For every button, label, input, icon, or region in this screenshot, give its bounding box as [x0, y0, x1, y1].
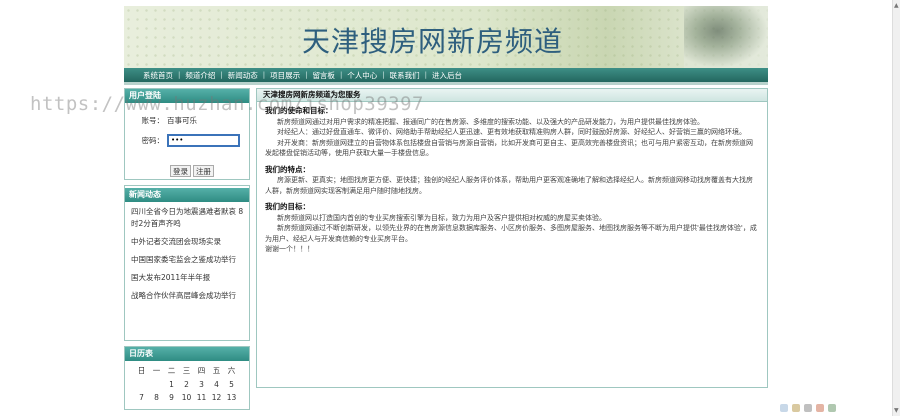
status-icon — [828, 404, 836, 412]
news-panel-header: 新闻动态 — [125, 188, 249, 202]
nav-home[interactable]: 系统首页 — [138, 70, 178, 81]
calendar-day[interactable]: 9 — [164, 393, 179, 402]
news-item-text[interactable]: 中外记者交流团会现场实录 — [131, 237, 221, 246]
username-value[interactable]: 百事可乐 — [167, 115, 197, 126]
register-button[interactable]: 注册 — [193, 165, 214, 177]
section-title: 我们的使命和目标： — [265, 106, 333, 115]
nav-user-center[interactable]: 个人中心 — [342, 70, 382, 81]
username-row: 账号： 百事可乐 — [125, 113, 249, 127]
calendar-panel: 日历表 日 一 二 三 四 五 六 1 2 3 4 5 7 8 9 10 11 — [124, 346, 250, 410]
calendar-day[interactable]: 1 — [164, 380, 179, 389]
news-item-text[interactable]: 战略合作伙伴高层峰会成功举行 — [131, 291, 236, 300]
navbar-shadow — [124, 82, 768, 85]
calendar-day[interactable]: 3 — [194, 380, 209, 389]
nav-admin[interactable]: 进入后台 — [427, 70, 467, 81]
section-paragraph: 房源更新、更真实；地图找房更方便、更快捷；独创的经纪人服务评价体系，帮助用户更客… — [265, 176, 753, 195]
scroll-down-icon[interactable]: ▼ — [894, 407, 899, 414]
page-container: 天津搜房网新房频道 系统首页 | 频道介绍 | 新闻动态 | 项目展示 | 留言… — [124, 6, 768, 416]
vertical-scrollbar[interactable]: ▲ ▼ — [892, 0, 900, 416]
nav-channel-intro[interactable]: 频道介绍 — [180, 70, 220, 81]
nav-projects[interactable]: 项目展示 — [265, 70, 305, 81]
calendar-weekday: 六 — [227, 366, 236, 375]
login-panel: 用户登陆 账号： 百事可乐 密码： 登录 注册 — [124, 88, 250, 180]
status-icons — [780, 404, 836, 412]
section-paragraph: 新房频道网以打造国内首创的专业买房搜索引擎为目标，致力为用户及客户提供相对权威的… — [277, 213, 606, 222]
calendar-weekday: 五 — [212, 366, 221, 375]
banner-figure-image — [684, 6, 768, 68]
calendar-day[interactable]: 2 — [179, 380, 194, 389]
news-item[interactable]: 中国国家委宅监会之鉴成功举行 — [125, 254, 249, 266]
scroll-up-icon[interactable]: ▲ — [894, 2, 899, 9]
status-icon — [816, 404, 824, 412]
nav-message-board[interactable]: 留言板 — [307, 70, 340, 81]
calendar-day[interactable] — [134, 380, 149, 389]
section-title: 我们的目标： — [265, 202, 310, 211]
nav-news[interactable]: 新闻动态 — [223, 70, 263, 81]
main-content-panel: 天津搜房网新房频道为您服务 我们的使命和目标： 新房频道网通过对用户需求的精准把… — [256, 88, 768, 388]
username-label: 账号： — [141, 115, 165, 125]
calendar-day[interactable]: 5 — [224, 380, 239, 389]
calendar-day[interactable]: 4 — [209, 380, 224, 389]
section-title: 我们的特点： — [265, 164, 310, 174]
login-buttons: 登录 注册 — [170, 165, 214, 177]
calendar-day[interactable] — [149, 380, 164, 389]
login-panel-header: 用户登陆 — [125, 89, 249, 103]
calendar-panel-header: 日历表 — [125, 347, 249, 361]
calendar-grid: 日 一 二 三 四 五 六 1 2 3 4 5 7 8 9 10 11 12 1… — [125, 361, 249, 402]
news-item[interactable]: 国大发布2011年半年报 — [125, 272, 249, 284]
calendar-day[interactable]: 13 — [224, 393, 239, 402]
status-icon — [804, 404, 812, 412]
news-item[interactable]: 战略合作伙伴高层峰会成功举行 — [125, 290, 249, 302]
calendar-weekday: 二 — [167, 366, 176, 375]
sidebar: 用户登陆 账号： 百事可乐 密码： 登录 注册 新闻动态 四川全省今日为地震遇难… — [124, 88, 250, 415]
login-button[interactable]: 登录 — [170, 165, 191, 177]
section-paragraph: 新房频道网通过不断创新研发，以领先业界的在售房源信息数据库服务、小区房价服务、多… — [265, 224, 757, 243]
site-banner: 天津搜房网新房频道 — [124, 6, 768, 68]
section-paragraph: 对开发商：新房频道网建立的自营物体系包括楼盘自营销与房源自营销，比如开发商可更自… — [265, 138, 753, 158]
section-paragraph: 谢谢一个！！！ — [265, 245, 314, 253]
calendar-day[interactable]: 8 — [149, 393, 164, 402]
calendar-day[interactable]: 10 — [179, 393, 194, 402]
section-paragraph: 新房频道网通过对用户需求的精准把握、报通同广的在售房源、多维度的搜索功能、以及强… — [277, 117, 704, 126]
password-row: 密码： — [125, 133, 249, 147]
calendar-weekday: 四 — [197, 366, 206, 375]
calendar-weekday: 三 — [182, 366, 191, 375]
status-icon — [780, 404, 788, 412]
calendar-weekday: 一 — [152, 366, 161, 375]
status-icon — [792, 404, 800, 412]
news-item[interactable]: 中外记者交流团会现场实录 — [125, 236, 249, 248]
calendar-day[interactable]: 7 — [134, 393, 149, 402]
password-label: 密码： — [141, 135, 165, 145]
nav-contact[interactable]: 联系我们 — [385, 70, 425, 81]
section-paragraph: 对经纪人：通过好盘直通车、微评价、网络助手帮助经纪人更迅速、更有效地获取精准购房… — [277, 128, 746, 136]
article-content: 我们的使命和目标： 新房频道网通过对用户需求的精准把握、报通同广的在售房源、多维… — [257, 102, 767, 255]
news-item-text[interactable]: 国大发布2011年半年报 — [131, 273, 210, 282]
news-item-text[interactable]: 四川全省今日为地震遇难者默哀 8时2分首声齐鸣 — [131, 207, 243, 228]
main-navbar: 系统首页 | 频道介绍 | 新闻动态 | 项目展示 | 留言板 | 个人中心 |… — [124, 68, 768, 82]
main-panel-header: 天津搜房网新房频道为您服务 — [257, 89, 767, 102]
news-item-text[interactable]: 中国国家委宅监会之鉴成功举行 — [131, 255, 236, 264]
calendar-day[interactable]: 12 — [209, 393, 224, 402]
news-panel: 新闻动态 四川全省今日为地震遇难者默哀 8时2分首声齐鸣 中外记者交流团会现场实… — [124, 185, 250, 341]
password-input[interactable] — [167, 133, 240, 147]
news-item[interactable]: 四川全省今日为地震遇难者默哀 8时2分首声齐鸣 — [125, 206, 249, 230]
calendar-day[interactable]: 11 — [194, 393, 209, 402]
calendar-weekday: 日 — [137, 366, 146, 375]
site-title: 天津搜房网新房频道 — [302, 25, 564, 58]
